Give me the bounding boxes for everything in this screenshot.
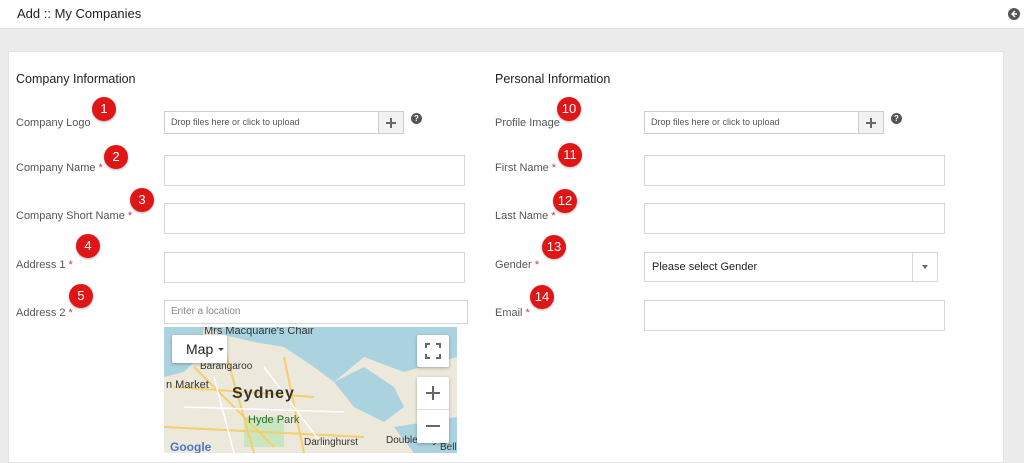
address1-input[interactable] (164, 252, 465, 283)
company-name-input[interactable] (164, 155, 465, 186)
last-name-input[interactable] (644, 203, 945, 234)
company-name-label: Company Name * (16, 162, 103, 174)
gender-select[interactable]: Please select Gender (644, 252, 938, 282)
last-name-label: Last Name * (495, 210, 556, 222)
annotation-badge: 13 (542, 235, 566, 259)
company-logo-upload[interactable]: Drop files here or click to upload (164, 111, 404, 134)
company-short-name-input[interactable] (164, 203, 465, 234)
company-section-title: Company Information (16, 72, 136, 86)
page-header: Add :: My Companies (0, 0, 1024, 29)
map-widget[interactable]: Mrs Macquarie's Chair Barangaroo n Marke… (164, 327, 457, 453)
email-label: Email * (495, 307, 530, 319)
add-profile-image-icon[interactable] (858, 112, 883, 133)
address2-label: Address 2 * (16, 307, 73, 319)
zoom-control (417, 377, 449, 443)
email-input[interactable] (644, 300, 945, 331)
annotation-badge: 1 (92, 97, 116, 121)
annotation-badge: 14 (530, 285, 554, 309)
company-logo-placeholder: Drop files here or click to upload (171, 117, 300, 127)
annotation-badge: 5 (69, 284, 93, 308)
location-input[interactable]: Enter a location (164, 300, 468, 324)
annotation-badge: 2 (104, 145, 128, 169)
annotation-badge: 10 (557, 97, 581, 121)
profile-image-upload[interactable]: Drop files here or click to upload (644, 111, 884, 134)
annotation-badge: 4 (76, 234, 100, 258)
address1-label: Address 1 * (16, 259, 73, 271)
company-logo-label: Company Logo (16, 117, 91, 129)
first-name-label: First Name * (495, 162, 557, 174)
map-label: Darlinghurst (304, 437, 358, 448)
google-logo: Google (170, 440, 212, 453)
company-short-name-label: Company Short Name * (16, 210, 133, 222)
profile-image-placeholder: Drop files here or click to upload (651, 117, 780, 127)
add-logo-icon[interactable] (378, 112, 403, 133)
chevron-down-icon[interactable] (912, 253, 937, 281)
profile-image-label: Profile Image (495, 117, 560, 129)
map-label: n Market (166, 379, 209, 391)
annotation-badge: 3 (130, 188, 154, 212)
map-label: Sydney (232, 385, 295, 402)
annotation-badge: 11 (558, 143, 582, 167)
page-title: Add :: My Companies (17, 6, 142, 21)
map-label: Hyde Park (248, 414, 300, 426)
gender-value: Please select Gender (652, 261, 758, 273)
location-placeholder: Enter a location (171, 306, 241, 317)
zoom-in-button[interactable] (417, 377, 449, 410)
gender-label: Gender * (495, 259, 539, 271)
zoom-out-button[interactable] (417, 410, 449, 442)
first-name-input[interactable] (644, 155, 945, 186)
map-type-button[interactable]: Map (172, 335, 227, 363)
help-icon[interactable]: ? (411, 113, 422, 124)
map-label: Bell (440, 442, 457, 453)
personal-section-title: Personal Information (495, 72, 611, 86)
fullscreen-button[interactable] (417, 335, 449, 367)
help-icon[interactable]: ? (891, 113, 902, 124)
annotation-badge: 12 (553, 189, 577, 213)
fullscreen-icon (425, 343, 441, 359)
back-icon[interactable] (1008, 8, 1020, 20)
